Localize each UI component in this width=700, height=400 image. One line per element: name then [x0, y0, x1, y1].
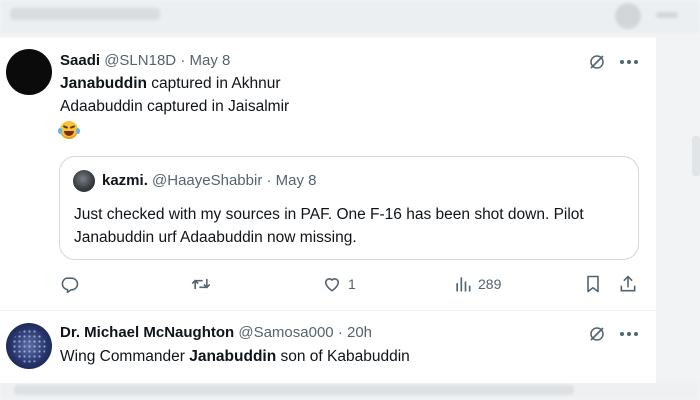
quoted-author-handle: @HaayeShabbir — [152, 172, 263, 189]
share-icon — [620, 275, 636, 292]
author-name[interactable]: Dr. Michael McNaughton — [60, 324, 234, 341]
views-count: 289 — [478, 276, 502, 292]
tweet-text-span: son of Kababuddin — [276, 348, 410, 365]
author-name[interactable]: Saadi — [60, 52, 100, 69]
quoted-header: kazmi. @HaayeShabbir · May 8 — [102, 172, 317, 189]
grok-icon[interactable] — [588, 53, 606, 71]
avatar[interactable] — [6, 323, 52, 369]
bookmark-button[interactable] — [584, 269, 602, 299]
tweet-header: Saadi @SLN18D · May 8 — [60, 52, 230, 69]
views-button[interactable]: 289 — [454, 269, 501, 299]
avatar[interactable] — [6, 49, 52, 95]
tweet-text-line: Adaabuddin captured in Jaisalmir — [60, 98, 290, 115]
timestamp[interactable]: 20h — [347, 324, 372, 341]
right-margin — [656, 36, 700, 382]
separator-dot: · — [337, 324, 343, 341]
blurred-text — [14, 385, 574, 395]
blurred-scrollbar — [692, 136, 700, 176]
more-options-icon[interactable] — [619, 331, 639, 337]
timestamp[interactable]: May 8 — [189, 52, 230, 69]
tweet-divider — [0, 310, 656, 311]
author-handle[interactable]: @Samosa000 — [238, 324, 333, 341]
tweet-card[interactable]: Saadi @SLN18D · May 8 Janabuddin capture… — [0, 36, 656, 383]
blurred-text — [10, 8, 160, 20]
separator-dot: · — [180, 52, 186, 69]
quoted-author-name: kazmi. — [102, 172, 148, 189]
bar-chart-icon — [456, 277, 471, 292]
blurred-icon — [656, 12, 678, 18]
tweet-text-span: Wing Commander — [60, 348, 190, 365]
blurred-next-tweet — [0, 382, 700, 400]
quoted-avatar — [73, 170, 95, 192]
bookmark-icon — [587, 275, 599, 293]
grok-icon[interactable] — [588, 325, 606, 343]
tweet-text-span: captured in Akhnur — [146, 75, 281, 92]
tweet-text-line: Janabuddin captured in Akhnur — [60, 75, 281, 93]
separator-dot: · — [266, 172, 272, 189]
more-options-icon[interactable] — [619, 59, 639, 65]
tweet-header: Dr. Michael McNaughton @Samosa000 · 20h — [60, 324, 372, 341]
highlighted-name: Janabuddin — [189, 348, 277, 365]
reply-button[interactable] — [60, 269, 86, 299]
blurred-icon — [615, 3, 641, 29]
like-count: 1 — [348, 276, 356, 292]
blurred-previous-tweet — [0, 0, 700, 34]
share-button[interactable] — [618, 269, 638, 299]
quoted-timestamp: May 8 — [275, 172, 317, 189]
action-bar: 1 289 — [0, 269, 656, 299]
repost-icon — [191, 279, 211, 289]
heart-icon — [324, 278, 340, 292]
highlighted-name: Janabuddin — [60, 75, 147, 92]
tweet-text-line: Wing Commander Janabuddin son of Kababud… — [60, 348, 410, 366]
reply-icon — [61, 277, 79, 294]
quoted-tweet[interactable]: kazmi. @HaayeShabbir · May 8 Just checke… — [59, 156, 639, 260]
like-button[interactable]: 1 — [322, 269, 356, 299]
repost-button[interactable] — [190, 269, 218, 299]
face-with-tears-of-joy-icon — [58, 121, 80, 139]
author-handle[interactable]: @SLN18D — [104, 52, 176, 69]
quoted-text: Just checked with my sources in PAF. One… — [74, 206, 584, 246]
